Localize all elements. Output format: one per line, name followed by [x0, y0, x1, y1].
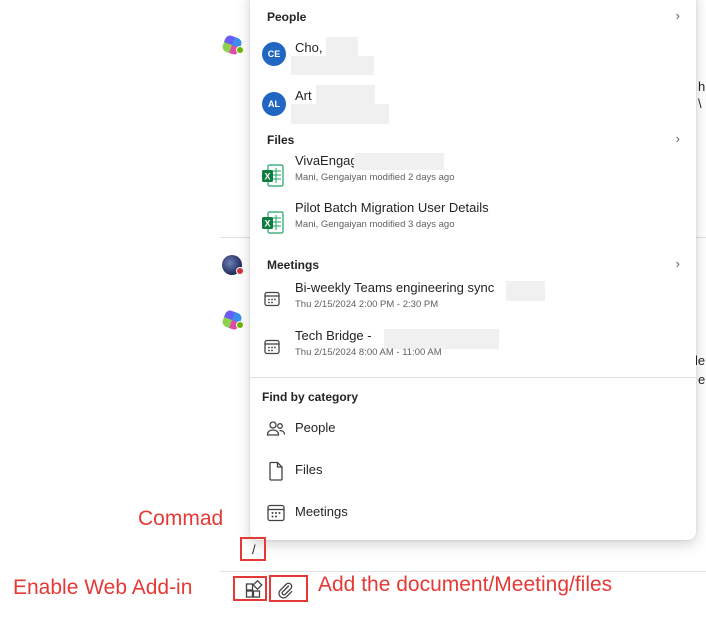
calendar-icon	[264, 339, 280, 355]
background-text-fragment: le	[695, 353, 706, 368]
meeting-item[interactable]: Tech Bridge - Thu 2/15/2024 8:00 AM - 11…	[262, 328, 684, 380]
redacted-detail	[291, 56, 374, 75]
composer-divider	[220, 571, 706, 572]
excel-icon: X	[262, 211, 284, 234]
file-meta: Mani, Gengaiyan modified 2 days ago	[295, 172, 455, 183]
calendar-icon	[264, 291, 280, 307]
background-text-fragment: \	[698, 96, 702, 111]
meeting-time: Thu 2/15/2024 2:00 PM - 2:30 PM	[295, 299, 439, 310]
excel-icon: X	[262, 164, 284, 187]
category-meetings[interactable]: Meetings	[262, 499, 684, 529]
redacted-meeting-name	[506, 281, 545, 301]
presence-available-2	[236, 321, 244, 329]
avatar-al: AL	[262, 92, 286, 116]
meeting-name: Bi-weekly Teams engineering sync	[295, 280, 495, 295]
background-text-fragment: e	[698, 372, 706, 387]
file-name: VivaEngag	[295, 153, 358, 168]
people-item-al[interactable]: AL Art	[262, 85, 684, 132]
annotation-command-label: Commad	[138, 507, 224, 530]
meeting-item[interactable]: Bi-weekly Teams engineering sync Thu 2/1…	[262, 280, 684, 332]
people-chevron-icon[interactable]: ›	[676, 8, 680, 23]
avatar-ce: CE	[262, 42, 286, 66]
redacted-detail	[291, 104, 389, 124]
category-divider	[250, 377, 696, 378]
people-item-name: Art	[295, 88, 312, 103]
file-item[interactable]: X Pilot Batch Migration User Details Man…	[262, 200, 684, 254]
category-files[interactable]: Files	[262, 457, 684, 487]
file-icon	[269, 461, 283, 481]
annotation-attach-box	[269, 575, 308, 602]
files-chevron-icon[interactable]: ›	[676, 131, 680, 146]
category-section-title: Find by category	[262, 390, 359, 404]
people-section-title: People	[267, 10, 307, 24]
meetings-chevron-icon[interactable]: ›	[676, 256, 680, 271]
meetings-section-title: Meetings	[267, 258, 320, 272]
annotation-web-addin-label: Enable Web Add-in	[13, 576, 193, 599]
people-item-ce[interactable]: CE Cho,	[262, 37, 684, 84]
redacted-name	[326, 37, 358, 57]
redacted-meeting-name	[384, 329, 499, 349]
presence-busy	[236, 267, 244, 275]
file-meta: Mani, Gengaiyan modified 3 days ago	[295, 219, 455, 230]
calendar-icon	[267, 504, 285, 522]
people-icon	[266, 421, 286, 436]
svg-text:X: X	[264, 219, 270, 229]
annotation-command-box	[240, 537, 266, 561]
redacted-file-name	[354, 153, 444, 170]
annotation-attach-label: Add the document/Meeting/files	[318, 573, 613, 596]
presence-available-1	[236, 46, 244, 54]
people-item-name: Cho,	[295, 40, 323, 55]
file-name: Pilot Batch Migration User Details	[295, 200, 489, 215]
category-label: People	[295, 420, 336, 435]
category-label: Files	[295, 462, 323, 477]
svg-text:X: X	[264, 172, 270, 182]
files-section-title: Files	[267, 133, 295, 147]
command-suggestions-popup: People › CE Cho, AL Art Files › X VivaEn…	[250, 0, 696, 540]
category-people[interactable]: People	[262, 415, 684, 445]
meeting-name: Tech Bridge -	[295, 328, 372, 343]
redacted-name	[316, 85, 375, 105]
meeting-time: Thu 2/15/2024 8:00 AM - 11:00 AM	[295, 347, 442, 358]
category-label: Meetings	[295, 504, 348, 519]
background-text-fragment: h	[698, 79, 706, 94]
annotation-web-addin-box	[233, 576, 267, 601]
